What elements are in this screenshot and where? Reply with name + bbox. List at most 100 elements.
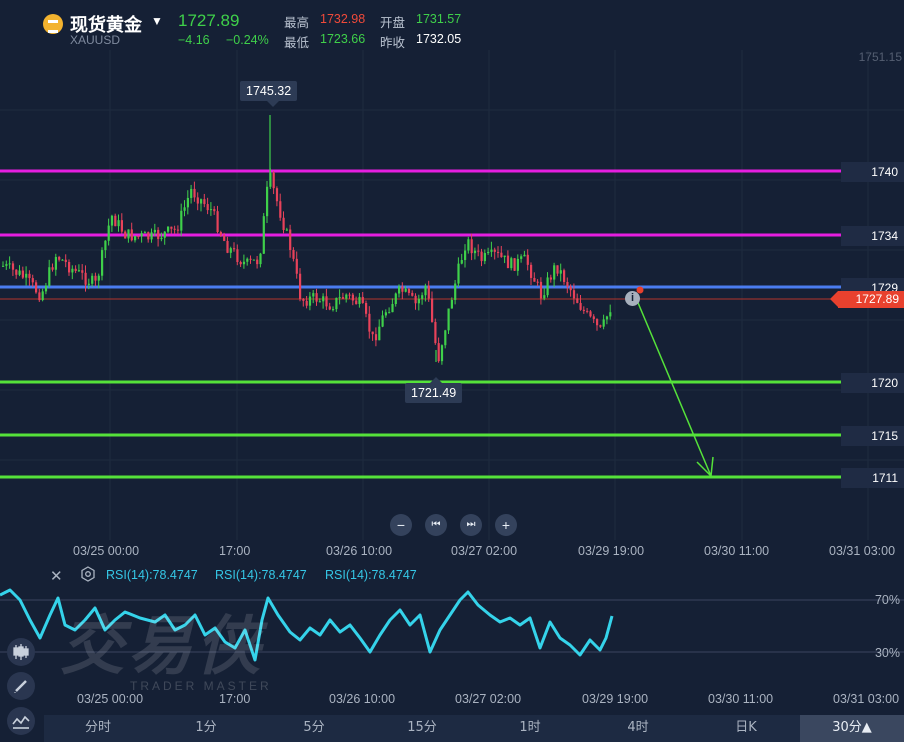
candle-body [193,188,196,198]
tab-5m[interactable]: 5分 [260,715,368,742]
candle-body [279,201,282,218]
candle-body [38,292,41,301]
candle-body [2,265,5,267]
settings-icon[interactable] [80,566,96,582]
zoom-out-button[interactable]: − [390,514,412,536]
candle-body [167,226,170,232]
scroll-forward-button[interactable]: ⏭ [460,514,482,536]
candle-body [569,286,572,291]
candle-body [101,250,104,276]
candle-body [236,249,239,263]
low-value: 1723.66 [320,32,366,46]
tab-15m[interactable]: 15分 [368,715,476,742]
candle-body [563,270,566,282]
candle-body [566,281,569,287]
time-label: 03/25 00:00 [73,544,140,558]
rsi-value-label: RSI(14):78.4747 [215,568,307,582]
tab-30m[interactable]: 30分▲ [800,715,904,742]
candle-body [460,260,463,264]
candle-body [398,286,401,294]
candle-body [497,251,500,253]
candle-body [153,229,156,233]
tab-1h[interactable]: 1时 [476,715,584,742]
indicator-icon[interactable] [7,707,35,735]
zoom-in-button[interactable]: + [495,514,517,536]
close-icon[interactable]: ✕ [50,567,63,585]
candle-body [365,303,368,314]
candle-body [394,293,397,305]
candle-body [94,275,97,281]
candle-body [209,209,213,211]
candle-body [341,297,345,299]
candle-body [427,285,430,299]
candle-body [285,229,288,231]
level-tag-1720: 1720 [841,373,904,393]
candle-body [44,285,48,292]
candle-body [596,319,599,326]
candle-body [345,294,348,299]
candle-body [308,296,312,306]
candle-body [97,275,100,281]
candle-body [35,282,38,293]
candle-body [289,229,292,250]
candle-body [183,207,186,211]
candle-body [586,310,589,312]
candle-body [361,296,364,304]
candle-body [487,251,490,254]
candle-body [58,256,61,260]
projection-arrow [635,297,714,478]
candle-body [576,298,579,303]
candle-body [130,229,133,241]
candle-body [384,312,387,316]
candle-body [490,249,493,252]
tab-timeshare[interactable]: 分时 [44,715,152,742]
candle-body [371,331,374,335]
candle-body [454,283,457,300]
candle-body [5,264,8,266]
candle-body [516,258,519,271]
candle-body [219,232,222,236]
candle-body [275,188,279,202]
candle-body [302,299,305,301]
symbol-dropdown-icon[interactable]: ▼ [151,14,163,28]
candle-body [163,231,166,238]
level-tag-1740: 1740 [841,162,904,182]
candle-body [431,298,434,322]
candle-body [157,229,160,240]
candle-body [368,313,371,332]
gold-coin-icon [43,14,63,34]
candle-body [450,299,453,309]
candle-body [15,269,18,275]
tab-daily[interactable]: 日K [692,715,800,742]
candle-body [104,240,107,251]
level-tag-1734: 1734 [841,226,904,246]
candlestick-plot[interactable] [0,50,904,540]
candles-icon[interactable] [7,638,35,666]
tab-1m[interactable]: 1分 [152,715,260,742]
candle-body [299,273,302,300]
candle-body [401,286,404,292]
candle-body [480,251,483,262]
candle-body [31,278,34,283]
price-axis-top-label: 1751.15 [858,50,902,64]
candle-body [444,330,447,346]
info-icon[interactable]: i [625,291,640,306]
candle-body [213,209,216,212]
candle-body [87,283,90,285]
candle-body [176,229,180,231]
candle-body [246,258,249,262]
time-label: 03/27 02:00 [451,544,518,558]
candle-body [137,235,140,237]
rsi-value-label: RSI(14):78.4747 [106,568,198,582]
candle-body [173,228,176,230]
candle-body [256,259,259,265]
scroll-back-button[interactable]: ⏮ [425,514,447,536]
tab-4h[interactable]: 4时 [584,715,692,742]
candle-body [242,261,246,265]
time-label: 03/29 19:00 [578,544,645,558]
candle-body [127,229,130,239]
timeframe-bar: 分时 1分 5分 15分 1时 4时 日K 30分▲ [44,715,904,742]
pen-icon[interactable] [7,672,35,700]
candle-body [134,235,137,241]
candlestick-chart[interactable]: 1751.15 1740 1734 1729 1720 1715 1711 17… [0,50,904,540]
